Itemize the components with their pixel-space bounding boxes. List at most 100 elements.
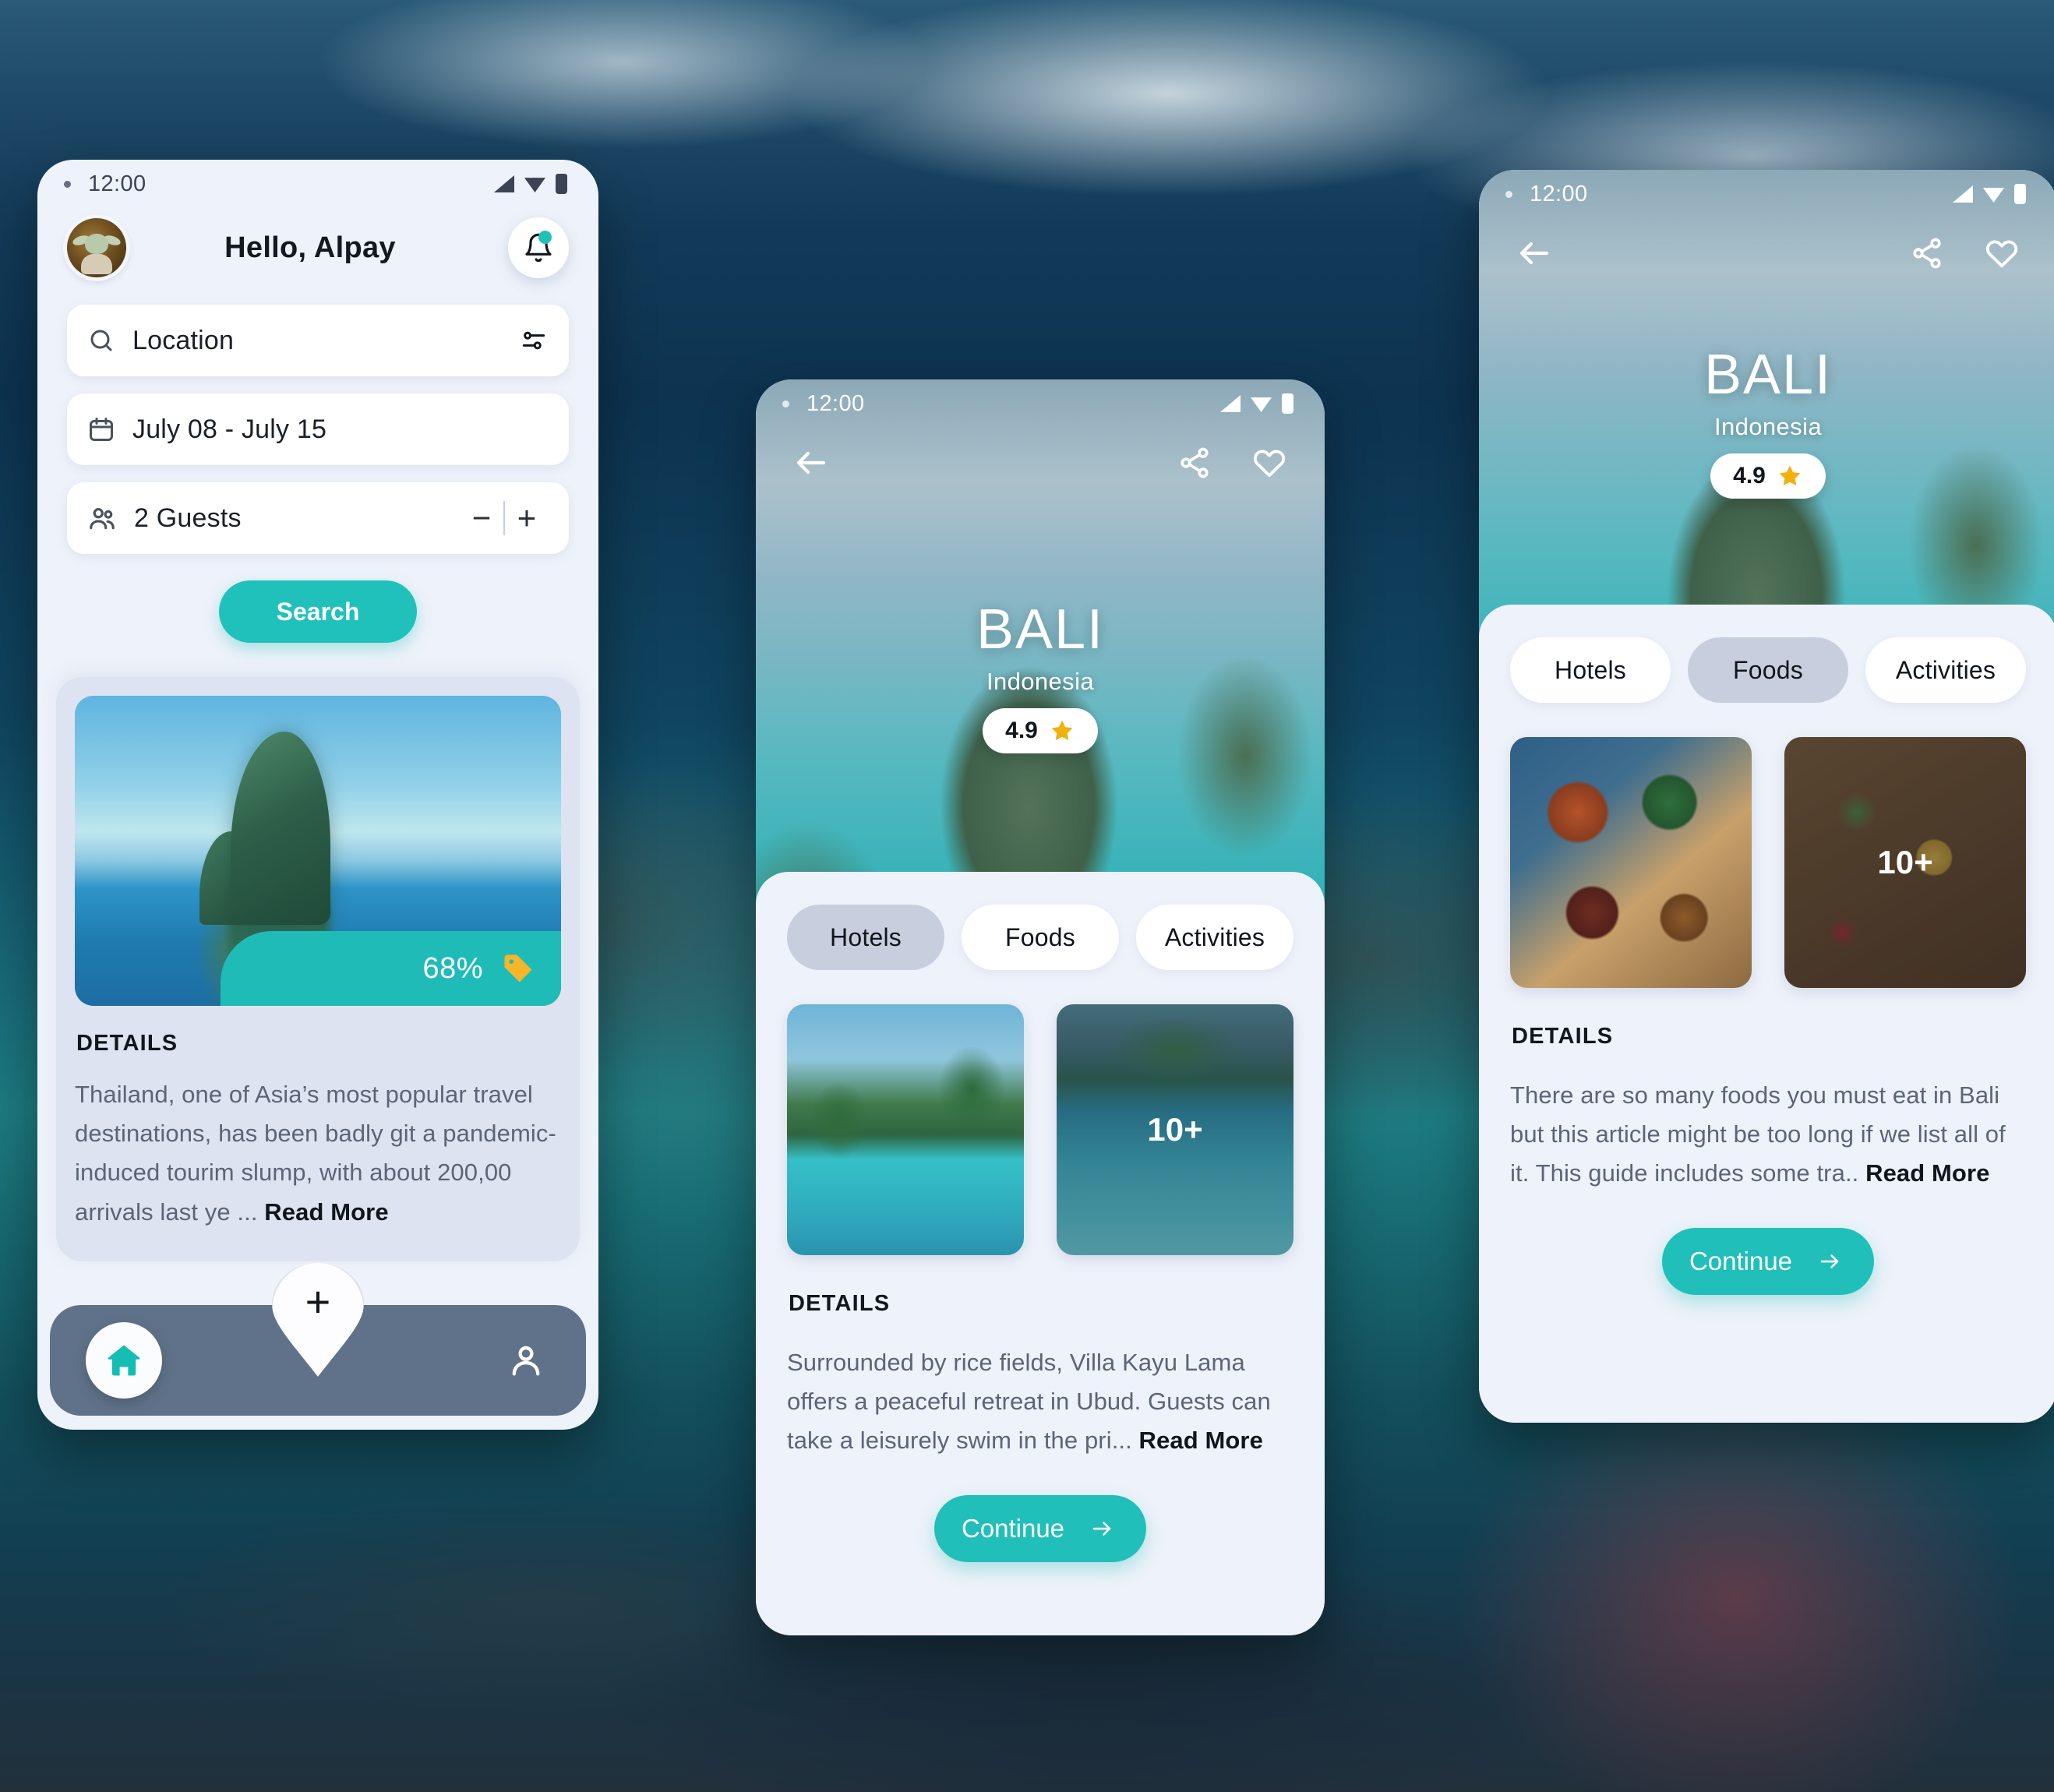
rating-badge: 4.9 xyxy=(1710,453,1826,499)
details-text: Surrounded by rice fields, Villa Kayu La… xyxy=(787,1343,1293,1461)
tab-foods[interactable]: Foods xyxy=(1688,637,1848,703)
tab-hotels[interactable]: Hotels xyxy=(1510,637,1671,703)
person-icon xyxy=(512,1346,540,1376)
tab-foods[interactable]: Foods xyxy=(962,905,1119,970)
share-icon xyxy=(1913,238,1941,269)
tab-activities[interactable]: Activities xyxy=(1136,905,1293,970)
destination-title: BALI xyxy=(1703,344,1833,406)
notification-button[interactable] xyxy=(508,217,569,278)
details-label: DETAILS xyxy=(76,1031,178,1056)
category-tabs: Hotels Foods Activities xyxy=(787,905,1293,970)
hero-toolbar xyxy=(756,428,1325,487)
avatar-art xyxy=(85,233,108,254)
read-more-link[interactable]: Read More xyxy=(1865,1159,1989,1187)
hero-actions xyxy=(1903,229,2026,277)
continue-button[interactable]: Continue xyxy=(934,1494,1146,1562)
details-label: DETAILS xyxy=(1512,1024,1614,1049)
wifi-icon xyxy=(1983,188,2004,203)
gallery-thumb[interactable] xyxy=(787,1004,1024,1255)
heart-icon xyxy=(1253,450,1286,478)
continue-label: Continue xyxy=(1689,1246,1793,1275)
promo-image[interactable]: 68% xyxy=(75,696,561,1006)
continue-button[interactable]: Continue xyxy=(1662,1227,1874,1295)
arrow-right-icon xyxy=(1092,1521,1111,1536)
status-dot-icon xyxy=(782,400,789,407)
location-input[interactable]: Location xyxy=(132,326,234,356)
page-title: Hello, Alpay xyxy=(224,231,396,264)
share-button[interactable] xyxy=(1903,229,1951,277)
rating-value: 4.9 xyxy=(1005,718,1038,743)
back-button[interactable] xyxy=(787,439,835,487)
filter-button[interactable] xyxy=(519,326,549,355)
guests-value[interactable]: 2 Guests xyxy=(134,503,242,534)
guests-decrement-button[interactable]: − xyxy=(460,496,503,540)
status-time: 12:00 xyxy=(88,171,146,196)
share-button[interactable] xyxy=(1170,439,1219,487)
hero-title-block: BALI Indonesia 4.9 xyxy=(756,598,1325,753)
avatar[interactable] xyxy=(67,218,126,277)
destination-country: Indonesia xyxy=(1713,413,1823,440)
filter-icon xyxy=(522,331,545,350)
date-range-field[interactable]: July 08 - July 15 xyxy=(67,393,569,465)
promo-image-art xyxy=(231,732,330,925)
search-button[interactable]: Search xyxy=(219,580,417,643)
star-icon xyxy=(1051,720,1073,741)
search-icon xyxy=(90,330,112,351)
read-more-link[interactable]: Read More xyxy=(264,1198,388,1226)
nav-add-button[interactable]: + xyxy=(272,1263,364,1377)
phone-detail-hotels-screen: 12:00 BALI Indonesia 4.9 Hotels Foods Ac… xyxy=(756,379,1325,1635)
category-tabs: Hotels Foods Activities xyxy=(1510,637,2026,703)
back-button[interactable] xyxy=(1510,229,1558,277)
gallery-thumb[interactable]: 10+ xyxy=(1784,737,2026,988)
arrow-left-icon xyxy=(796,451,826,474)
details-text: There are so many foods you must eat in … xyxy=(1510,1076,2026,1194)
status-bar: 12:00 xyxy=(1479,170,2054,218)
discount-badge: 68% xyxy=(221,931,561,1006)
favorite-button[interactable] xyxy=(1245,439,1293,487)
status-time: 12:00 xyxy=(806,390,865,416)
guests-field[interactable]: 2 Guests − + xyxy=(67,482,569,554)
read-more-link[interactable]: Read More xyxy=(1139,1427,1263,1454)
hero-toolbar xyxy=(1479,218,2054,277)
details-label: DETAILS xyxy=(789,1291,891,1316)
status-icons xyxy=(494,174,567,194)
status-dot-icon xyxy=(1505,190,1512,198)
destination-country: Indonesia xyxy=(986,668,1095,695)
more-photos-overlay[interactable]: 10+ xyxy=(1784,737,2026,988)
status-time: 12:00 xyxy=(1530,181,1588,206)
signal-icon xyxy=(1220,395,1241,412)
status-bar: 12:00 xyxy=(37,160,598,208)
more-photos-overlay[interactable]: 10+ xyxy=(1057,1004,1293,1255)
gallery-thumb[interactable] xyxy=(1510,737,1752,988)
battery-icon xyxy=(2014,184,2026,204)
avatar-art xyxy=(81,254,112,274)
hero-image: 12:00 BALI Indonesia 4.9 Hotels Foods Ac… xyxy=(1479,170,2054,1423)
phone-home-screen: 12:00 Hello, Alpay Location July 08 - Ju… xyxy=(37,160,598,1430)
content-sheet: Hotels Foods Activities 10+ DETAILS Surr… xyxy=(756,872,1325,1635)
nav-home-button[interactable] xyxy=(86,1322,162,1399)
thumbnail-gallery: 10+ xyxy=(1510,737,2026,988)
status-dot-icon xyxy=(64,180,71,188)
location-field[interactable]: Location xyxy=(67,305,569,376)
tab-activities[interactable]: Activities xyxy=(1865,637,2026,703)
signal-icon xyxy=(494,175,514,192)
battery-icon xyxy=(556,174,567,194)
tab-hotels[interactable]: Hotels xyxy=(787,905,944,970)
home-icon xyxy=(108,1345,140,1376)
status-icons xyxy=(1220,393,1293,414)
date-range-value[interactable]: July 08 - July 15 xyxy=(132,414,326,445)
share-icon xyxy=(1181,447,1209,478)
wifi-icon xyxy=(1251,397,1272,412)
arrow-right-icon xyxy=(1820,1254,1839,1268)
calendar-icon xyxy=(90,418,113,441)
guests-stepper: − + xyxy=(460,496,549,540)
hero-title-block: BALI Indonesia 4.9 xyxy=(1479,343,2054,499)
nav-profile-button[interactable] xyxy=(502,1336,550,1385)
gallery-thumb[interactable]: 10+ xyxy=(1057,1004,1293,1255)
status-bar: 12:00 xyxy=(756,379,1325,428)
wifi-icon xyxy=(524,178,545,192)
favorite-button[interactable] xyxy=(1978,229,2026,277)
heart-icon xyxy=(1985,240,2018,268)
guests-increment-button[interactable]: + xyxy=(505,496,549,540)
rating-badge: 4.9 xyxy=(983,708,1098,753)
